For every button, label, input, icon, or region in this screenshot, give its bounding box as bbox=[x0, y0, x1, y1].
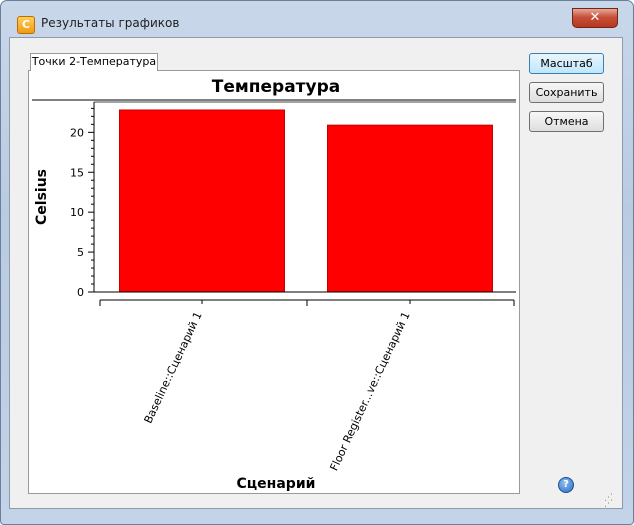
scale-button[interactable]: Масштаб bbox=[529, 53, 604, 74]
help-icon[interactable]: ? bbox=[558, 477, 574, 493]
y-tick-label: 15 bbox=[70, 166, 84, 179]
window-title: Результаты графиков bbox=[41, 16, 180, 30]
y-axis-label: Celsius bbox=[34, 169, 50, 225]
x-tick-label: Baseline::Сценарий 1 bbox=[142, 310, 205, 426]
app-icon: C bbox=[17, 16, 35, 34]
close-button[interactable]: ✕ bbox=[572, 8, 618, 28]
chart-svg: Температура0 5 10 15 20CelsiusBaseline::Сцен… bbox=[32, 77, 516, 492]
title-bar[interactable]: C Результаты графиков ✕ bbox=[1, 1, 633, 35]
cancel-button[interactable]: Отмена bbox=[529, 111, 604, 132]
y-tick-label: 5 bbox=[77, 246, 84, 259]
close-icon: ✕ bbox=[589, 10, 601, 25]
chart-title: Температура bbox=[212, 77, 341, 97]
bar bbox=[327, 124, 493, 293]
tab-points-temperature[interactable]: Точки 2-Температура bbox=[30, 53, 158, 71]
y-tick-label: 0 bbox=[77, 286, 84, 299]
save-button[interactable]: Сохранить bbox=[529, 82, 604, 103]
x-axis-label: Сценарий bbox=[237, 476, 316, 492]
bar bbox=[119, 109, 285, 293]
resize-grip-icon[interactable]: ⋰ ⋰ bbox=[604, 494, 616, 509]
chart: Температура0 5 10 15 20CelsiusBaseline::Сцен… bbox=[30, 72, 518, 492]
y-tick-label: 20 bbox=[70, 126, 84, 139]
x-tick-label: Floor Register...ve::Сценарий 1 bbox=[327, 310, 412, 473]
y-tick-label: 10 bbox=[70, 206, 84, 219]
